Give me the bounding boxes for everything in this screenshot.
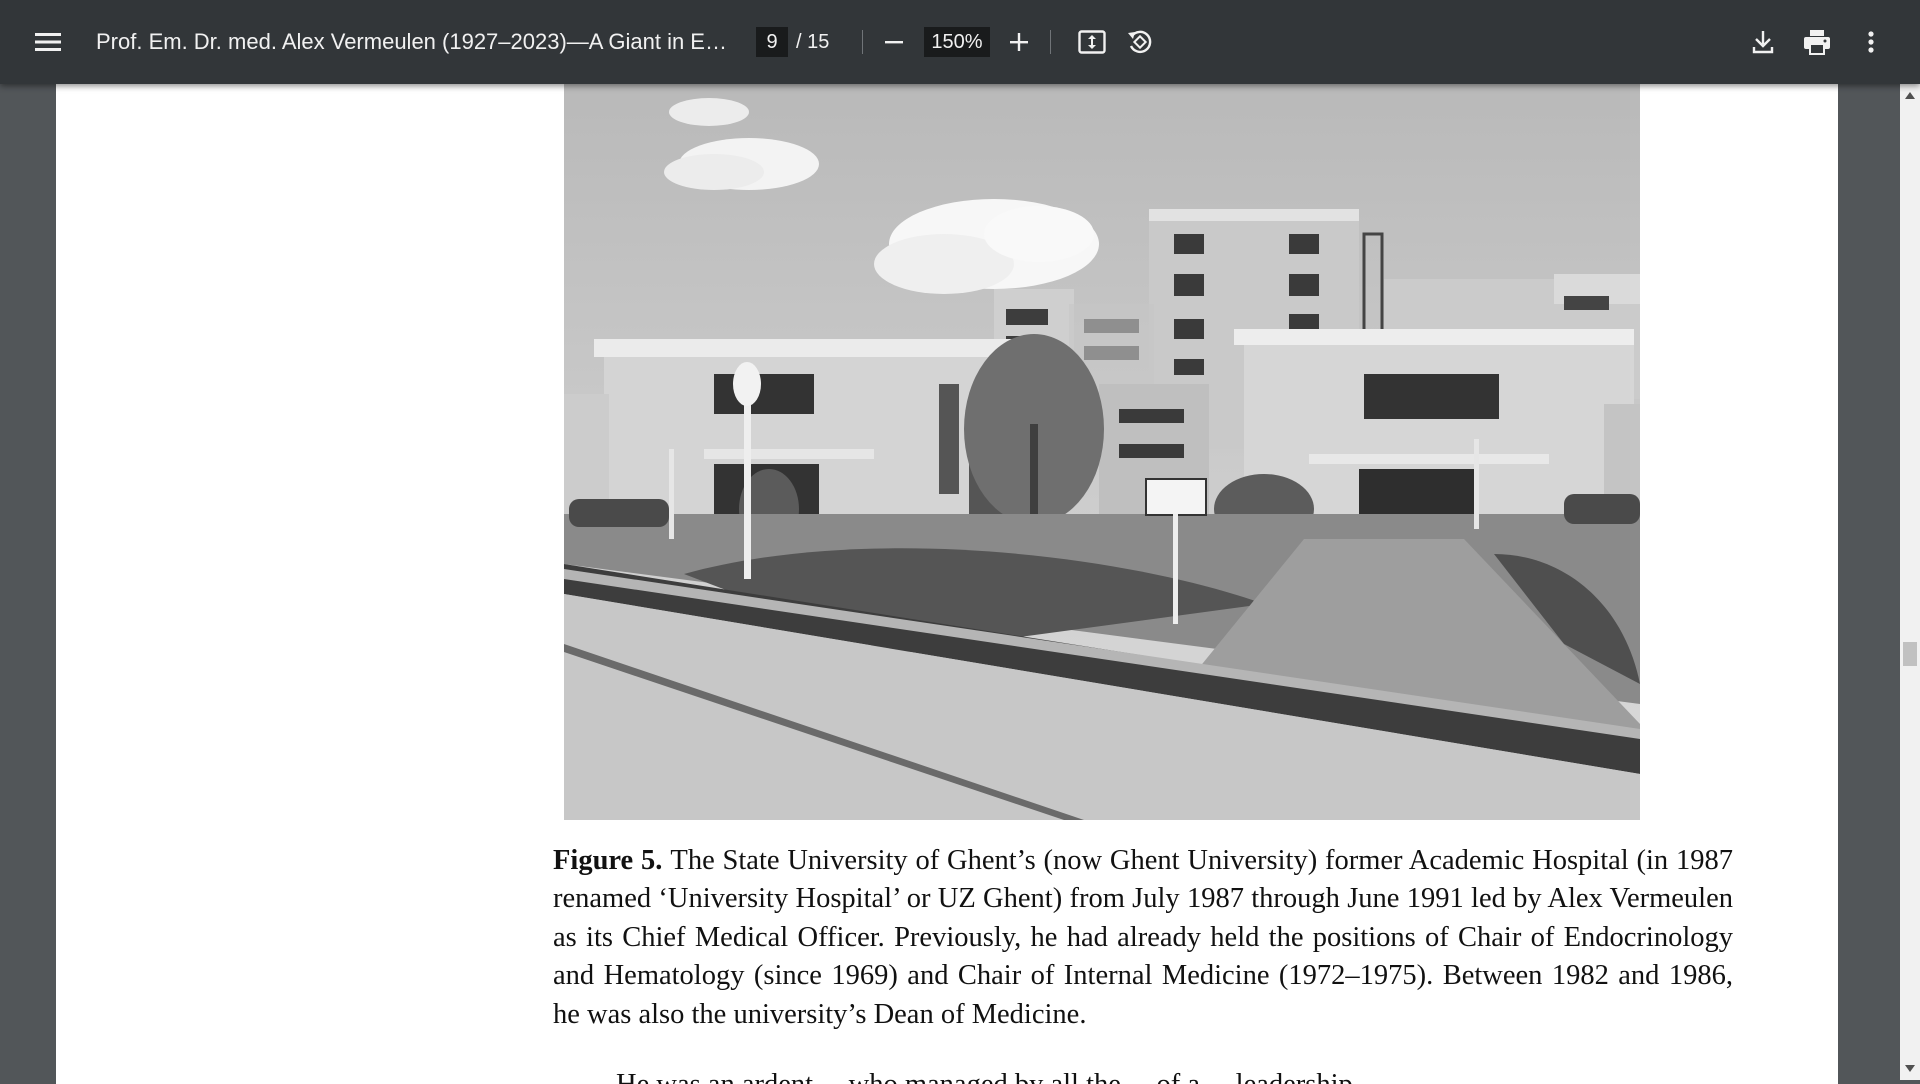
- hospital-photo: [564, 84, 1640, 820]
- document-title: Prof. Em. Dr. med. Alex Vermeulen (1927–…: [96, 29, 736, 54]
- more-vertical-icon: [1868, 31, 1874, 53]
- page-number-input[interactable]: [756, 27, 788, 57]
- toolbar-divider: [1050, 30, 1051, 54]
- fit-to-page-button[interactable]: [1070, 20, 1114, 64]
- scrollbar-thumb[interactable]: [1903, 642, 1917, 666]
- zoom-level-input[interactable]: [924, 27, 990, 57]
- download-icon: [1752, 31, 1774, 54]
- page-total-label: / 15: [796, 31, 830, 53]
- download-button[interactable]: [1741, 20, 1785, 64]
- next-paragraph-fragment: He was an ardent ... who managed by all …: [616, 1069, 1736, 1084]
- zoom-in-button[interactable]: [997, 20, 1041, 64]
- minus-icon: [885, 41, 903, 44]
- pdf-page: Figure 5. The State University of Ghent’s…: [56, 84, 1838, 1084]
- printer-icon: [1804, 30, 1830, 55]
- figure-label: Figure 5.: [553, 845, 663, 876]
- scroll-up-arrow-icon[interactable]: [1905, 92, 1915, 99]
- plus-icon: [1010, 33, 1028, 51]
- vertical-scrollbar[interactable]: [1900, 84, 1920, 1080]
- pdf-toolbar: Prof. Em. Dr. med. Alex Vermeulen (1927–…: [0, 0, 1920, 84]
- fit-to-page-icon: [1078, 30, 1106, 54]
- toolbar-divider: [862, 30, 863, 54]
- rotate-counterclockwise-icon: [1128, 30, 1152, 54]
- hamburger-menu-icon: [35, 33, 61, 51]
- figure-caption-text: The State University of Ghent’s (now Ghe…: [553, 845, 1733, 1030]
- rotate-button[interactable]: [1118, 20, 1162, 64]
- print-button[interactable]: [1795, 20, 1839, 64]
- scroll-down-arrow-icon[interactable]: [1905, 1065, 1915, 1072]
- menu-button[interactable]: [26, 20, 70, 64]
- zoom-out-button[interactable]: [872, 20, 916, 64]
- figure-caption: Figure 5. The State University of Ghent’s…: [553, 842, 1733, 1034]
- more-options-button[interactable]: [1849, 20, 1893, 64]
